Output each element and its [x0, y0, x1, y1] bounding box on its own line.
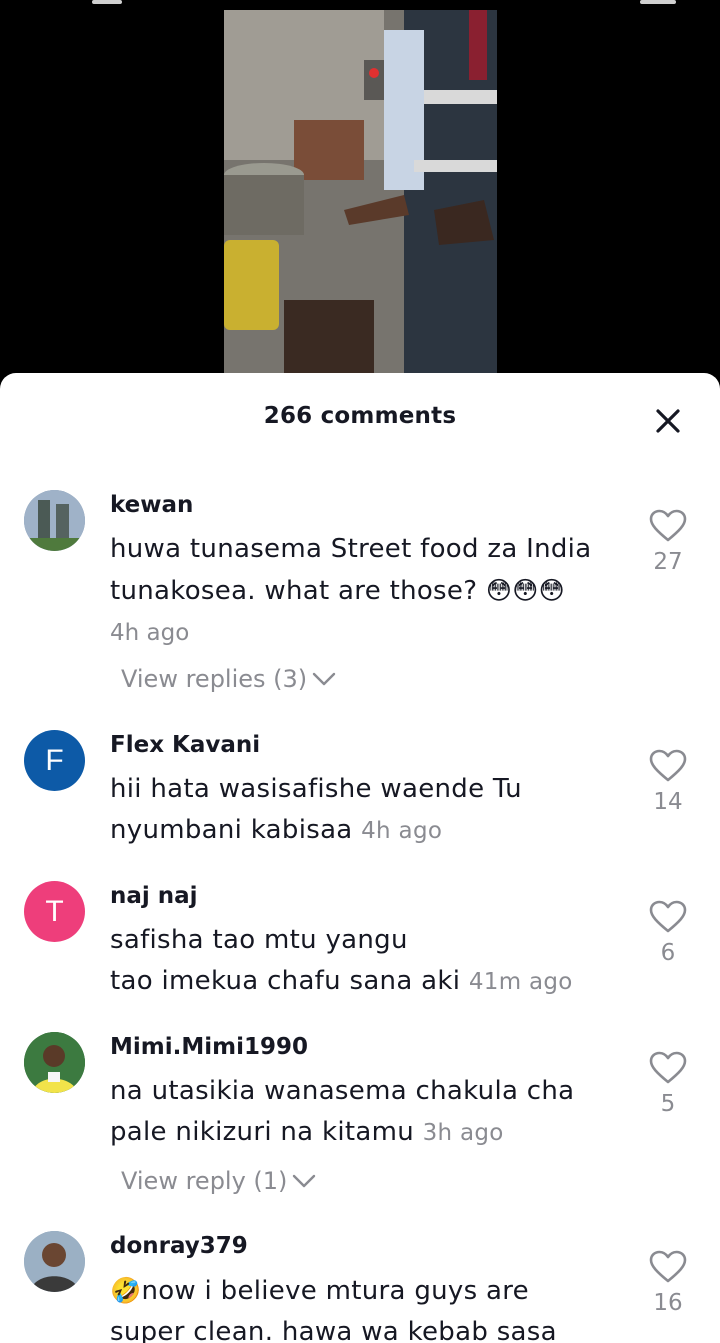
avatar-letter: T [45, 894, 64, 928]
comment-text: safisha tao mtu yangu tao imekua chafu s… [110, 920, 630, 1003]
avatar[interactable]: T [24, 881, 85, 942]
avatar[interactable] [24, 1231, 85, 1292]
comment-username[interactable]: kewan [110, 492, 193, 518]
status-bar-indicator [640, 0, 676, 4]
status-bar-indicator [92, 0, 122, 4]
video-player[interactable] [0, 0, 720, 400]
avatar-letter: F [45, 743, 64, 777]
view-replies-button[interactable]: View replies (3) [121, 665, 337, 693]
comment-body: na utasikia wanasema chakula cha pale ni… [110, 1076, 575, 1147]
comment-username[interactable]: donray379 [110, 1233, 248, 1259]
chevron-down-icon [312, 672, 336, 686]
like-button[interactable]: 16 [648, 1250, 688, 1316]
like-count: 27 [653, 549, 683, 575]
comment-username[interactable]: naj naj [110, 883, 198, 909]
comment-body-line: safisha tao mtu yangu [110, 925, 408, 955]
comment-text: huwa tunasema Street food za India tunak… [110, 529, 630, 612]
like-button[interactable]: 14 [648, 749, 688, 815]
comment-body: hii hata wasisafishe waende Tu nyumbani … [110, 774, 522, 845]
avatar-image [24, 1231, 85, 1292]
like-count: 6 [660, 940, 676, 966]
avatar-image [24, 490, 85, 551]
avatar[interactable] [24, 1032, 85, 1093]
comment-body: now i believe mtura guys are super clean… [110, 1276, 557, 1343]
like-count: 14 [653, 789, 683, 815]
like-button[interactable]: 5 [648, 1051, 688, 1117]
comments-sheet: 266 comments kewan huwa tunasema Street … [0, 373, 720, 1343]
comment-text: na utasikia wanasema chakula cha pale ni… [110, 1071, 610, 1154]
comment-timestamp: 4h ago [361, 818, 443, 844]
comment-timestamp: 3h ago [422, 1120, 504, 1146]
view-replies-button[interactable]: View reply (1) [121, 1167, 317, 1195]
comment-username[interactable]: Mimi.Mimi1990 [110, 1034, 308, 1060]
avatar-image [24, 1032, 85, 1093]
like-button[interactable]: 27 [648, 509, 688, 575]
heart-outline-icon [649, 900, 687, 933]
heart-outline-icon [649, 509, 687, 542]
close-button[interactable] [650, 403, 686, 439]
like-button[interactable]: 6 [648, 900, 688, 966]
video-thumbnail-image [224, 10, 497, 374]
comment-text: 🤣now i believe mtura guys are super clea… [110, 1270, 600, 1343]
heart-outline-icon [649, 1051, 687, 1084]
view-replies-label: View reply (1) [121, 1167, 288, 1195]
like-count: 5 [660, 1091, 676, 1117]
comment-body-line: tao imekua chafu sana aki [110, 966, 461, 996]
like-count: 16 [653, 1290, 683, 1316]
comments-count-title: 266 comments [263, 403, 457, 429]
comment-username[interactable]: Flex Kavani [110, 732, 260, 758]
comment-timestamp: 4h ago [110, 620, 190, 646]
comment-timestamp: 41m ago [468, 969, 573, 995]
chevron-down-icon [293, 1174, 316, 1188]
comment-text: hii hata wasisafishe waende Tu nyumbani … [110, 769, 580, 852]
heart-outline-icon [649, 749, 687, 782]
rofl-emoji: 🤣 [110, 1276, 142, 1305]
avatar[interactable] [24, 490, 85, 551]
heart-outline-icon [649, 1250, 687, 1283]
close-icon [656, 409, 680, 433]
avatar[interactable]: F [24, 730, 85, 791]
view-replies-label: View replies (3) [121, 665, 308, 693]
video-frame [224, 10, 497, 374]
flushed-emoji: 😳😳😳 [485, 576, 565, 605]
